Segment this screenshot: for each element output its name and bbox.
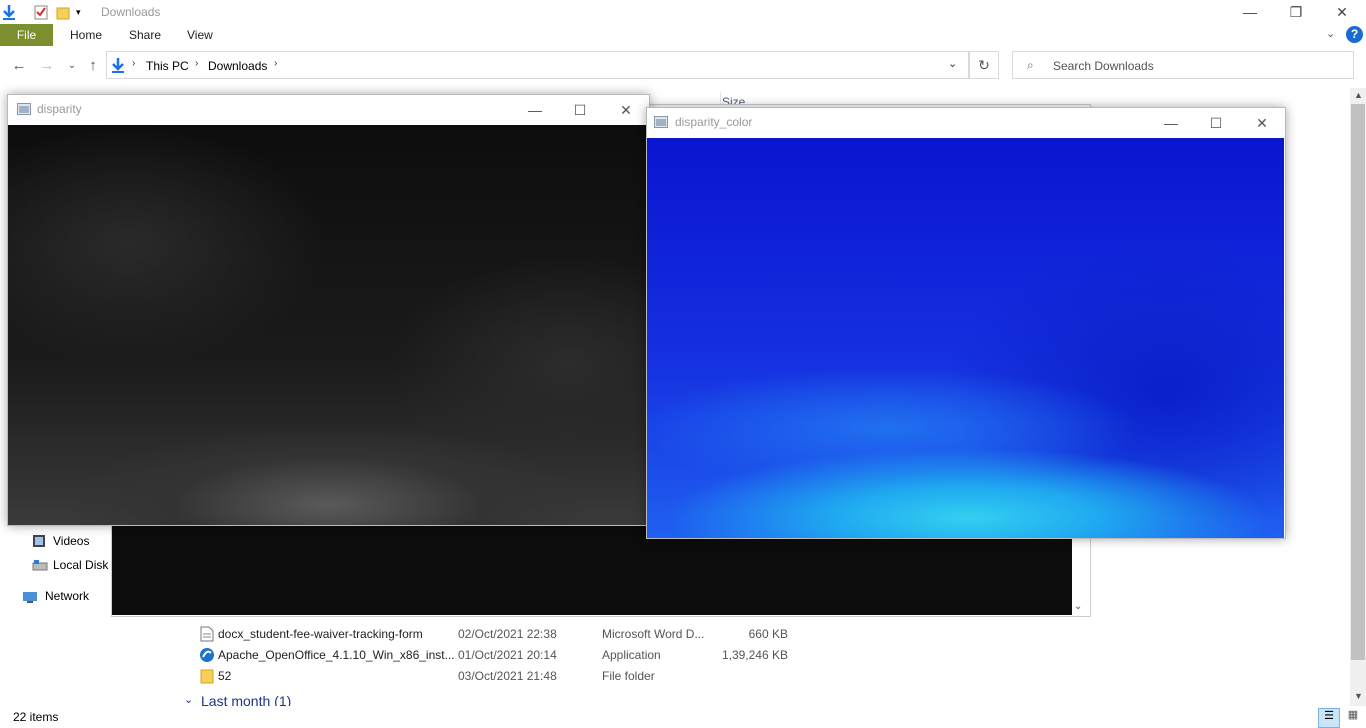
disparity-title-bar[interactable]: disparity — ☐ ✕ <box>8 95 649 125</box>
maximize-button[interactable]: ☐ <box>1193 108 1239 138</box>
window-title: disparity_color <box>675 115 753 129</box>
file-row[interactable]: 52 03/Oct/2021 21:48 File folder <box>196 666 796 686</box>
close-button[interactable]: ✕ <box>1239 108 1285 138</box>
network-icon <box>22 590 38 607</box>
refresh-icon: ↻ <box>978 57 990 73</box>
search-icon: ⌕ <box>1027 58 1034 72</box>
help-icon[interactable]: ? <box>1346 26 1363 43</box>
customize-toolbar-icon[interactable]: ▾ <box>76 4 92 20</box>
file-name: Apache_OpenOffice_4.1.10_Win_x86_inst... <box>218 648 455 662</box>
file-date: 01/Oct/2021 20:14 <box>458 648 557 662</box>
disparity-color-map-image <box>647 138 1284 538</box>
application-icon <box>199 647 215 666</box>
back-arrow-icon[interactable]: ← <box>11 58 27 74</box>
scroll-up-icon[interactable]: ▲ <box>1354 90 1363 100</box>
chevron-down-icon: ⌄ <box>184 694 194 706</box>
file-row[interactable]: docx_student-fee-waiver-tracking-form 02… <box>196 624 796 644</box>
disparity-color-title-bar[interactable]: disparity_color — ☐ ✕ <box>647 108 1285 138</box>
nav-item-local-disk[interactable]: Local Disk ( <box>32 557 116 575</box>
file-name: 52 <box>218 669 232 683</box>
maximize-button[interactable]: ☐ <box>557 95 603 125</box>
file-row[interactable]: Apache_OpenOffice_4.1.10_Win_x86_inst...… <box>196 645 796 665</box>
nav-item-label: Network <box>45 589 90 603</box>
console-scroll-down-icon[interactable]: ⌄ <box>1074 601 1082 612</box>
video-folder-icon <box>32 534 46 551</box>
close-button[interactable]: ✕ <box>603 95 649 125</box>
address-bar[interactable]: › This PC › Downloads › ⌄ <box>106 51 969 79</box>
breadcrumb-downloads[interactable]: Downloads <box>208 59 267 73</box>
expand-ribbon-icon[interactable]: ⌄ <box>1326 27 1335 40</box>
search-box[interactable]: ⌕ Search Downloads <box>1012 51 1354 79</box>
navigation-bar: ← → ⌄ ↑ › This PC › Downloads › ⌄ ↻ ⌕ Se… <box>0 48 1366 84</box>
search-placeholder: Search Downloads <box>1053 59 1154 73</box>
breadcrumb-separator-icon: › <box>274 58 278 69</box>
folder-icon <box>199 668 215 687</box>
restore-button[interactable]: ❐ <box>1273 0 1319 24</box>
new-folder-icon[interactable] <box>56 4 72 20</box>
large-icons-view-icon[interactable]: ▦ <box>1343 708 1363 726</box>
ribbon-tabs: File Home Share View ⌄ ? <box>0 24 1366 46</box>
tab-home[interactable]: Home <box>60 24 112 46</box>
address-dropdown-icon[interactable]: ⌄ <box>948 57 957 70</box>
vertical-scrollbar[interactable]: ▲ ▼ <box>1350 88 1366 706</box>
disparity-map-image <box>8 125 648 525</box>
nav-item-label: Videos <box>53 534 90 548</box>
word-document-icon <box>200 626 214 645</box>
forward-arrow-icon[interactable]: → <box>39 58 55 74</box>
scroll-down-icon[interactable]: ▼ <box>1354 691 1363 701</box>
file-date: 03/Oct/2021 21:48 <box>458 669 557 683</box>
nav-item-network[interactable]: Network <box>22 589 112 607</box>
tab-view[interactable]: View <box>177 24 223 46</box>
download-arrow-icon <box>2 4 18 20</box>
minimize-button[interactable]: — <box>1148 108 1194 138</box>
window-title: disparity <box>37 102 82 116</box>
nav-item-label: Local Disk ( <box>53 558 116 572</box>
tab-file[interactable]: File <box>0 24 53 46</box>
app-window-icon <box>17 103 31 118</box>
app-window-icon <box>654 116 668 131</box>
file-type: Microsoft Word D... <box>602 627 705 641</box>
window-title: Downloads <box>101 5 161 19</box>
tab-share[interactable]: Share <box>119 24 171 46</box>
up-arrow-icon[interactable]: ↑ <box>85 58 101 74</box>
refresh-button[interactable]: ↻ <box>969 51 999 79</box>
downloads-folder-icon <box>110 57 126 76</box>
minimize-button[interactable]: — <box>1227 0 1273 24</box>
file-size: 660 KB <box>748 627 788 641</box>
breadcrumb-separator-icon: › <box>132 58 136 69</box>
scrollbar-thumb[interactable] <box>1351 104 1365 660</box>
file-type: File folder <box>602 669 655 683</box>
local-disk-icon <box>32 559 48 574</box>
file-type: Application <box>602 648 661 662</box>
properties-icon[interactable] <box>34 4 50 20</box>
breadcrumb-this-pc[interactable]: This PC <box>146 59 189 73</box>
file-size: 1,39,246 KB <box>721 648 788 662</box>
recent-locations-icon[interactable]: ⌄ <box>64 58 80 74</box>
disparity-color-window[interactable]: disparity_color — ☐ ✕ <box>646 107 1286 539</box>
disparity-window[interactable]: disparity — ☐ ✕ <box>7 94 650 526</box>
item-count: 22 items <box>13 710 59 724</box>
details-view-icon[interactable]: ☰ <box>1318 708 1340 728</box>
file-name: docx_student-fee-waiver-tracking-form <box>218 627 423 641</box>
close-button[interactable]: ✕ <box>1319 0 1365 24</box>
minimize-button[interactable]: — <box>512 95 558 125</box>
explorer-title-bar: ▾ Downloads — ❐ ✕ <box>0 0 1366 24</box>
status-bar: 22 items ☰ ▦ <box>0 706 1366 728</box>
nav-item-videos[interactable]: Videos <box>32 533 112 551</box>
file-date: 02/Oct/2021 22:38 <box>458 627 557 641</box>
breadcrumb-separator-icon: › <box>195 58 199 69</box>
